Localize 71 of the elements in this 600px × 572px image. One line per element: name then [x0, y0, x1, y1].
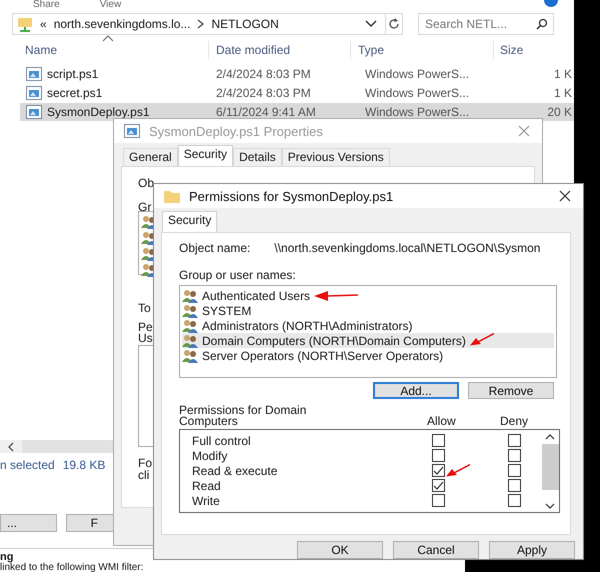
object-name: \\north.sevenkingdoms.local\NETLOGON\Sysmon [274, 241, 540, 255]
label-text: Fo [138, 456, 152, 470]
label-text: Gr [138, 200, 152, 214]
address-bar[interactable]: « north.sevenkingdoms.lo... NETLOGON [12, 13, 386, 35]
status-size: 19.8 KB [62, 458, 106, 472]
status-text: n selected [0, 458, 55, 472]
permission-name: Read & execute [192, 464, 278, 478]
tab[interactable]: Previous Versions [282, 148, 390, 166]
history-chevron[interactable]: « [40, 17, 47, 31]
label-text: Permissions for Domain Computers [179, 405, 308, 427]
label-text: Us [138, 331, 153, 345]
file-size: 1 K [552, 67, 573, 81]
tab[interactable]: Details [233, 148, 282, 166]
tab[interactable]: Security [162, 211, 218, 232]
button[interactable]: Add... [373, 382, 459, 399]
permission-name: Read [192, 478, 222, 492]
permission-name: Modify [192, 448, 228, 462]
ribbon-tab[interactable]: Share [33, 0, 60, 9]
user-name: Authenticated Users [202, 288, 310, 302]
column-header[interactable]: Name [0, 41, 209, 59]
button[interactable]: F [66, 514, 115, 532]
window-title: SysmonDeploy.ps1 Properties [149, 124, 323, 138]
column-header[interactable]: Date modified [209, 41, 351, 59]
file-type: Windows PowerS... [364, 105, 470, 119]
user-name: Server Operators (NORTH\Server Operators) [202, 348, 444, 362]
tab[interactable]: Security [178, 145, 234, 166]
file-name: script.ps1 [47, 67, 98, 81]
label-text: Group or user names: [179, 268, 297, 282]
permission-name: Full control [192, 434, 252, 448]
list-item[interactable]: Administrators (NORTH\Administrators) [182, 318, 554, 333]
file-row[interactable]: secret.ps1 2/4/2024 8:03 PM Windows PowerS... 1 K [20, 84, 574, 102]
file-type: Windows PowerS... [364, 86, 470, 100]
label-text: Object name: [179, 241, 250, 255]
ribbon-tab[interactable]: View [100, 0, 122, 9]
button[interactable]: ... [0, 514, 57, 532]
button[interactable]: OK [297, 541, 383, 559]
user-name: Administrators (NORTH\Administrators) [202, 318, 412, 332]
file-size: 20 K [546, 105, 573, 119]
list-item[interactable]: Domain Computers (NORTH\Domain Computers) [182, 333, 554, 348]
user-name: Domain Computers (NORTH\Domain Computers) [202, 334, 466, 348]
file-type: Windows PowerS... [364, 67, 470, 81]
window-title: Permissions for SysmonDeploy.ps1 [189, 188, 394, 204]
file-date: 2/4/2024 8:03 PM [215, 86, 312, 100]
button[interactable]: Apply [489, 541, 575, 559]
button[interactable]: Remove [468, 382, 554, 399]
file-row[interactable]: script.ps1 2/4/2024 8:03 PM Windows PowerS... 1 K [20, 65, 574, 83]
search-field[interactable]: Search NETL... [418, 13, 554, 35]
label-text: Pe [138, 320, 153, 334]
section-heading: ng [0, 551, 14, 563]
tab[interactable]: General [123, 148, 178, 166]
column-header[interactable]: Size [494, 41, 574, 59]
file-size: 1 K [552, 86, 573, 100]
breadcrumb-item[interactable]: north.sevenkingdoms.lo... [54, 17, 190, 31]
file-name: secret.ps1 [47, 86, 102, 100]
label-text: To [138, 301, 151, 315]
column-header: Deny [500, 416, 528, 427]
file-date: 6/11/2024 9:41 AM [215, 105, 317, 119]
description-text: linked to the following WMI filter: [0, 563, 144, 572]
breadcrumb-item[interactable]: NETLOGON [211, 17, 279, 31]
label-text: Ob [138, 176, 154, 190]
list-item[interactable]: SYSTEM [182, 303, 554, 318]
list-item[interactable]: Server Operators (NORTH\Server Operators) [182, 348, 554, 363]
file-name: SysmonDeploy.ps1 [47, 105, 150, 119]
file-date: 2/4/2024 8:03 PM [215, 67, 312, 81]
button[interactable]: Cancel [393, 541, 479, 559]
column-header[interactable]: Type [351, 41, 494, 59]
permission-name: Write [192, 494, 221, 508]
user-name: SYSTEM [202, 304, 252, 318]
label-text: cli [138, 468, 150, 482]
list-item[interactable]: Authenticated Users [182, 288, 554, 303]
column-header: Allow [427, 416, 457, 427]
